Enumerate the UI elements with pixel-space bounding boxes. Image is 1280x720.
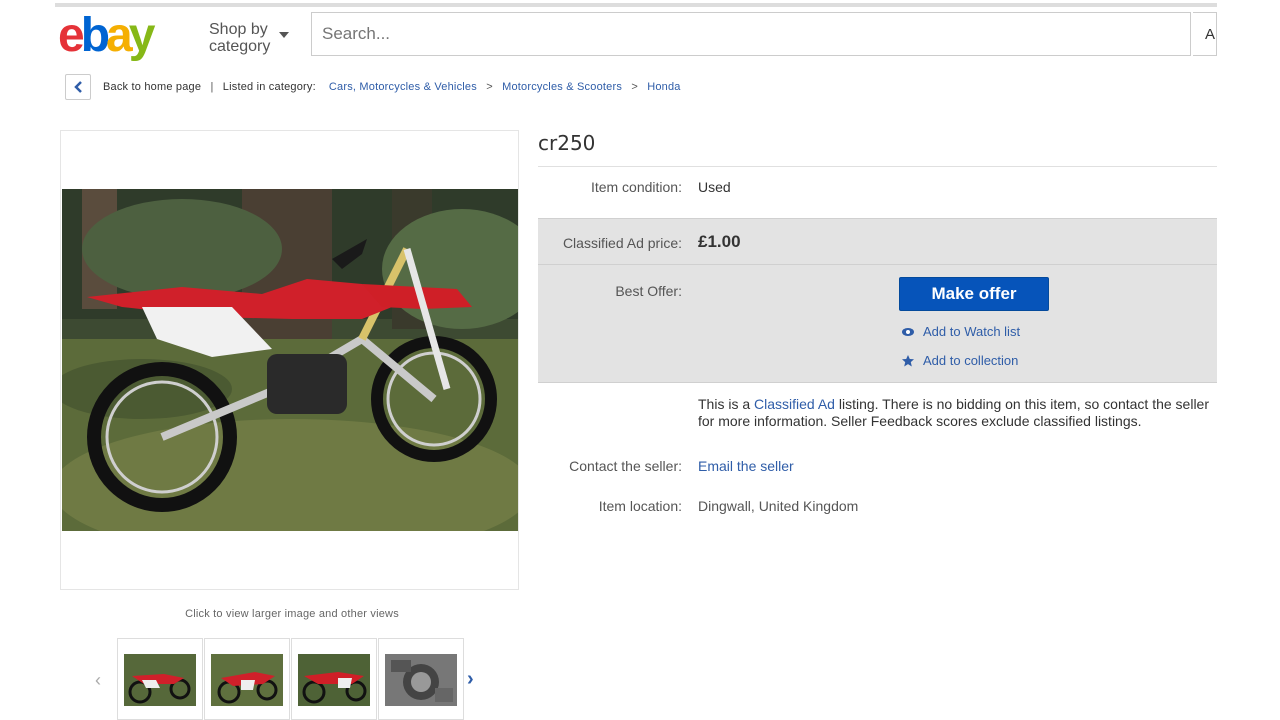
breadcrumb-separator: > xyxy=(486,81,493,93)
main-product-image[interactable] xyxy=(62,189,518,531)
eye-icon xyxy=(902,328,914,336)
title-divider xyxy=(538,166,1217,167)
star-icon xyxy=(902,355,914,367)
condition-label: Item condition: xyxy=(590,179,682,195)
classified-ad-notice: This is a Classified Ad listing. There i… xyxy=(698,396,1218,430)
logo-letter-e: e xyxy=(58,9,85,62)
breadcrumb-divider: | xyxy=(210,81,214,93)
add-to-watchlist-link[interactable]: Add to Watch list xyxy=(923,324,1020,339)
thumbnail-3[interactable] xyxy=(291,638,377,720)
back-home-link[interactable]: Back to home page xyxy=(103,81,201,93)
notice-prefix: This is a xyxy=(698,396,755,412)
breadcrumb-item-subcategory[interactable]: Motorcycles & Scooters xyxy=(502,81,622,93)
thumbnail-1[interactable] xyxy=(117,638,203,720)
chevron-right-icon[interactable]: › xyxy=(467,668,474,691)
condition-value: Used xyxy=(698,179,731,195)
chevron-left-icon[interactable]: ‹ xyxy=(95,670,101,691)
best-offer-label: Best Offer: xyxy=(615,283,682,299)
item-location-value: Dingwall, United Kingdom xyxy=(698,498,859,514)
email-seller-link[interactable]: Email the seller xyxy=(698,458,794,474)
breadcrumb-item-category[interactable]: Cars, Motorcycles & Vehicles xyxy=(329,81,477,93)
classified-ad-link[interactable]: Classified Ad xyxy=(754,396,835,412)
top-divider xyxy=(55,3,1217,7)
breadcrumb-item-brand[interactable]: Honda xyxy=(647,81,680,93)
make-offer-button[interactable]: Make offer xyxy=(899,277,1049,311)
item-location-label: Item location: xyxy=(598,498,682,514)
breadcrumb: Back to home page | Listed in category: … xyxy=(103,81,681,93)
thumbnail-4[interactable] xyxy=(378,638,464,720)
price-label: Classified Ad price: xyxy=(562,235,682,251)
logo-letter-b: b xyxy=(80,9,110,62)
logo-letter-y: y xyxy=(128,9,156,62)
contact-seller-label: Contact the seller: xyxy=(569,458,682,474)
ebay-listing-page: ebay Shop by category A Back to home pag… xyxy=(0,0,1280,720)
thumbnail-2[interactable] xyxy=(204,638,290,720)
chevron-left-icon xyxy=(74,81,82,93)
shop-by-category-button[interactable]: Shop by category xyxy=(209,21,289,55)
logo-letter-a: a xyxy=(106,9,133,62)
listed-in-label: Listed in category: xyxy=(222,81,316,93)
breadcrumb-separator: > xyxy=(631,81,638,93)
add-to-collection-link[interactable]: Add to collection xyxy=(923,353,1018,368)
search-input[interactable] xyxy=(311,12,1191,56)
ebay-logo[interactable]: ebay xyxy=(58,6,156,66)
shop-by-line1: Shop by xyxy=(209,21,268,38)
price-value: £1.00 xyxy=(698,232,741,251)
gallery-caption: Click to view larger image and other vie… xyxy=(185,608,399,620)
chevron-down-icon xyxy=(279,32,289,38)
thumbnail-strip xyxy=(117,638,464,720)
shop-by-line2: category xyxy=(209,38,271,55)
search-category-label: A xyxy=(1205,26,1216,43)
item-title: cr250 xyxy=(538,131,596,155)
back-button[interactable] xyxy=(65,74,91,100)
search-category-select[interactable]: A xyxy=(1193,12,1217,56)
